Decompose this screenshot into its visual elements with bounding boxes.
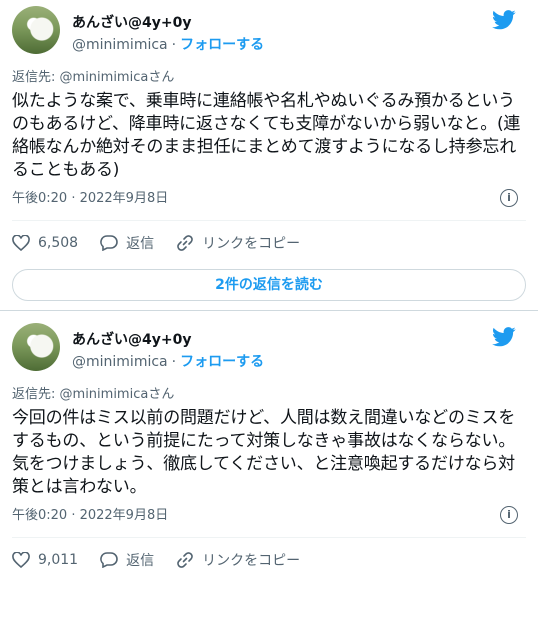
like-button[interactable]: 6,508 <box>12 235 78 251</box>
handle-row: @minimimica · フォローする <box>72 34 264 54</box>
reply-label: 返信 <box>126 553 155 569</box>
read-replies-button[interactable]: 2件の返信を読む <box>12 269 526 301</box>
tweet-header: あんざい@4y+0y @minimimica · フォローする <box>12 0 526 62</box>
reply-prefix: 返信先: <box>12 70 56 85</box>
display-name[interactable]: あんざい@4y+0y <box>72 329 191 349</box>
avatar[interactable] <box>12 6 60 54</box>
like-count: 6,508 <box>38 235 79 251</box>
reply-bubble-icon <box>100 235 118 251</box>
dot-separator: · <box>171 37 177 53</box>
link-icon <box>177 552 193 568</box>
tweet-card: あんざい@4y+0y @minimimica · フォローする 返信先: @mini… <box>0 310 538 620</box>
heart-icon <box>12 235 30 251</box>
reply-button[interactable]: 返信 <box>100 550 154 570</box>
handle[interactable]: @minimimica <box>72 37 168 53</box>
reply-bubble-icon <box>100 552 118 568</box>
display-name[interactable]: あんざい@4y+0y <box>72 12 191 32</box>
tweet-text: 今回の件はミス以前の問題だけど、人間は数え間違いなどのミスをするもの、という前提… <box>12 408 516 497</box>
reply-to-line: 返信先: @minimimicaさん <box>12 68 526 88</box>
heart-icon <box>12 552 30 568</box>
info-icon[interactable]: i <box>500 506 518 524</box>
timestamp[interactable]: 午後0:20 · 2022年9月8日 <box>12 508 168 523</box>
tweet-header: あんざい@4y+0y @minimimica · フォローする <box>12 317 526 379</box>
copy-link-button[interactable]: リンクをコピー <box>176 550 300 570</box>
handle[interactable]: @minimimica <box>72 354 168 370</box>
action-bar: 6,508 返信 リンクをコピー <box>12 221 526 265</box>
tweet-text: 似たような案で、乗車時に連絡帳や名札やぬいぐるみ預かるというのもあるけど、降車時… <box>12 91 521 180</box>
tweet-meta: 午後0:20 · 2022年9月8日 i <box>12 505 526 527</box>
reply-button[interactable]: 返信 <box>100 233 154 253</box>
copy-link-button[interactable]: リンクをコピー <box>176 233 300 253</box>
link-icon <box>177 235 193 251</box>
tweet-meta: 午後0:20 · 2022年9月8日 i <box>12 188 526 210</box>
handle-row: @minimimica · フォローする <box>72 351 264 371</box>
action-bar: 9,011 返信 リンクをコピー <box>12 538 526 582</box>
reply-mention[interactable]: @minimimicaさん <box>60 70 175 85</box>
dot-separator: · <box>171 354 177 370</box>
twitter-bird-icon[interactable] <box>492 10 516 30</box>
twitter-bird-icon[interactable] <box>492 327 516 347</box>
follow-link[interactable]: フォローする <box>180 37 264 53</box>
timestamp[interactable]: 午後0:20 · 2022年9月8日 <box>12 191 168 206</box>
like-button[interactable]: 9,011 <box>12 552 78 568</box>
copy-link-label: リンクをコピー <box>202 553 301 569</box>
reply-label: 返信 <box>126 236 155 252</box>
info-icon[interactable]: i <box>500 189 518 207</box>
reply-prefix: 返信先: <box>12 387 56 402</box>
copy-link-label: リンクをコピー <box>202 236 301 252</box>
tweet-card: あんざい@4y+0y @minimimica · フォローする 返信先: @mini… <box>0 0 538 310</box>
reply-to-line: 返信先: @minimimicaさん <box>12 385 526 405</box>
like-count: 9,011 <box>38 552 79 568</box>
follow-link[interactable]: フォローする <box>180 354 264 370</box>
avatar[interactable] <box>12 323 60 371</box>
reply-mention[interactable]: @minimimicaさん <box>60 387 175 402</box>
